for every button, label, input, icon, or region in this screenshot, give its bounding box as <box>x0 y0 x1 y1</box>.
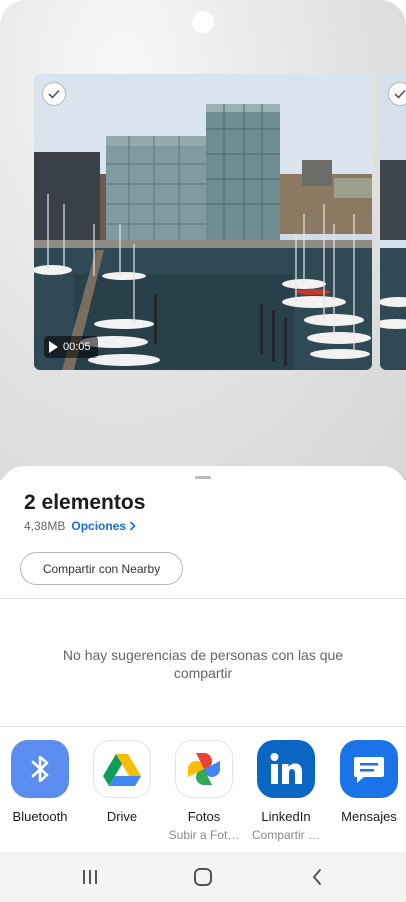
share-screen: 00:05 2 elementos 4,38MB Opciones Compar… <box>0 0 406 902</box>
checkmark-icon <box>394 89 406 99</box>
divider <box>0 598 406 599</box>
options-label: Opciones <box>71 519 127 533</box>
play-icon <box>49 341 58 353</box>
app-list: Bluetooth Drive Fotos Subir a Fot… Linke… <box>0 740 406 852</box>
linkedin-icon <box>257 740 315 798</box>
google-drive-icon <box>93 740 151 798</box>
video-duration-badge: 00:05 <box>44 336 98 358</box>
next-thumbnail[interactable] <box>380 74 406 370</box>
app-photos[interactable]: Fotos Subir a Fot… <box>163 740 245 842</box>
video-thumbnail[interactable]: 00:05 <box>34 74 372 370</box>
back-icon[interactable] <box>302 864 332 890</box>
app-drive[interactable]: Drive <box>81 740 163 824</box>
nearby-share-button[interactable]: Compartir con Nearby <box>20 552 183 585</box>
next-photo <box>380 74 406 370</box>
app-name: Bluetooth <box>12 809 68 824</box>
next-select-checkbox[interactable] <box>388 82 406 106</box>
harbor-photo <box>34 74 372 370</box>
app-subtitle: Compartir … <box>251 828 320 842</box>
checkmark-icon <box>48 89 60 99</box>
app-bluetooth[interactable]: Bluetooth <box>0 740 81 824</box>
recent-apps-icon[interactable] <box>75 864 105 890</box>
select-checkbox[interactable] <box>42 82 66 106</box>
google-photos-icon <box>175 740 233 798</box>
drag-handle[interactable] <box>195 476 211 479</box>
share-sheet: 2 elementos 4,38MB Opciones Compartir co… <box>0 466 406 902</box>
total-size: 4,38MB <box>24 519 66 533</box>
size-row: 4,38MB Opciones <box>24 519 136 533</box>
divider <box>0 726 406 727</box>
sheet-title: 2 elementos <box>24 491 146 514</box>
navigation-bar <box>0 852 406 902</box>
app-linkedin[interactable]: LinkedIn Compartir … <box>245 740 327 842</box>
app-name: Drive <box>106 809 138 824</box>
video-duration: 00:05 <box>63 341 91 353</box>
messages-icon <box>340 740 398 798</box>
front-camera <box>192 11 214 33</box>
app-subtitle: Subir a Fot… <box>168 828 240 842</box>
app-messages[interactable]: Mensajes <box>328 740 406 824</box>
bluetooth-icon <box>11 740 69 798</box>
home-icon[interactable] <box>188 864 218 890</box>
no-suggestions-text: No hay sugerencias de personas con las q… <box>62 647 344 681</box>
chevron-right-icon <box>129 521 136 531</box>
options-link[interactable]: Opciones <box>71 519 136 533</box>
app-name: Mensajes <box>341 809 397 824</box>
app-name: Fotos <box>187 809 221 824</box>
app-name: LinkedIn <box>261 809 311 824</box>
